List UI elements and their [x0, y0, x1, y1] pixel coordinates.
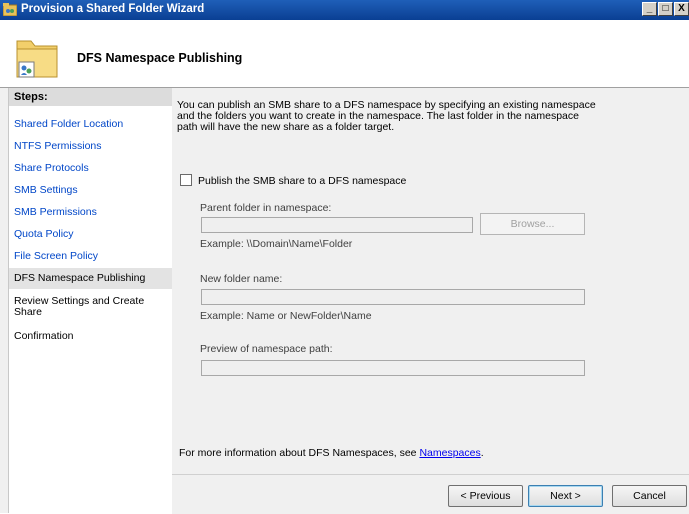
wizard-footer: < Previous Next > Cancel: [172, 474, 689, 514]
maximize-button[interactable]: □: [658, 2, 673, 16]
steps-header: Steps:: [9, 88, 172, 106]
new-folder-input[interactable]: [201, 289, 585, 305]
app-icon: [3, 3, 17, 16]
preview-label: Preview of namespace path:: [200, 343, 333, 355]
step-quota-policy[interactable]: Quota Policy: [9, 229, 172, 240]
wizard-header: DFS Namespace Publishing: [0, 20, 689, 88]
new-folder-label: New folder name:: [200, 273, 283, 285]
step-smb-permissions[interactable]: SMB Permissions: [9, 207, 172, 218]
publish-checkbox-label[interactable]: Publish the SMB share to a DFS namespace: [198, 175, 406, 187]
step-dfs-namespace-publishing: DFS Namespace Publishing: [9, 268, 172, 289]
title-bar[interactable]: Provision a Shared Folder Wizard _ □ X: [0, 0, 689, 20]
preview-path-field: [201, 360, 585, 376]
step-file-screen-policy[interactable]: File Screen Policy: [9, 251, 172, 262]
page-title: DFS Namespace Publishing: [77, 51, 243, 65]
step-review-settings: Review Settings and Create Share: [14, 295, 145, 318]
steps-pane: Steps: Shared Folder Location NTFS Permi…: [8, 88, 173, 513]
more-info-text: For more information about DFS Namespace…: [179, 447, 484, 459]
publish-checkbox[interactable]: [180, 174, 192, 186]
next-button[interactable]: Next >: [528, 485, 603, 507]
wizard-window: Provision a Shared Folder Wizard _ □ X D…: [0, 0, 689, 514]
step-confirmation: Confirmation: [14, 330, 74, 342]
parent-folder-label: Parent folder in namespace:: [200, 202, 332, 214]
more-info-prefix: For more information about DFS Namespace…: [179, 447, 420, 459]
more-info-suffix: .: [480, 447, 484, 459]
step-share-protocols[interactable]: Share Protocols: [9, 163, 172, 174]
content-pane: You can publish an SMB share to a DFS na…: [172, 88, 689, 474]
browse-button[interactable]: Browse...: [480, 213, 585, 235]
namespaces-link[interactable]: Namespaces: [419, 447, 480, 459]
minimize-button[interactable]: _: [642, 2, 657, 16]
new-folder-example: Example: Name or NewFolder\Name: [200, 310, 372, 322]
shared-folder-icon: [16, 40, 58, 78]
parent-folder-input[interactable]: [201, 217, 473, 233]
window-title: Provision a Shared Folder Wizard: [21, 3, 205, 15]
step-smb-settings[interactable]: SMB Settings: [9, 185, 172, 196]
previous-button[interactable]: < Previous: [448, 485, 523, 507]
cancel-button[interactable]: Cancel: [612, 485, 687, 507]
intro-text: You can publish an SMB share to a DFS na…: [177, 99, 596, 133]
step-shared-folder-location[interactable]: Shared Folder Location: [9, 119, 172, 130]
step-ntfs-permissions[interactable]: NTFS Permissions: [9, 141, 172, 152]
parent-folder-example: Example: \\Domain\Name\Folder: [200, 238, 353, 250]
close-button[interactable]: X: [674, 2, 689, 16]
